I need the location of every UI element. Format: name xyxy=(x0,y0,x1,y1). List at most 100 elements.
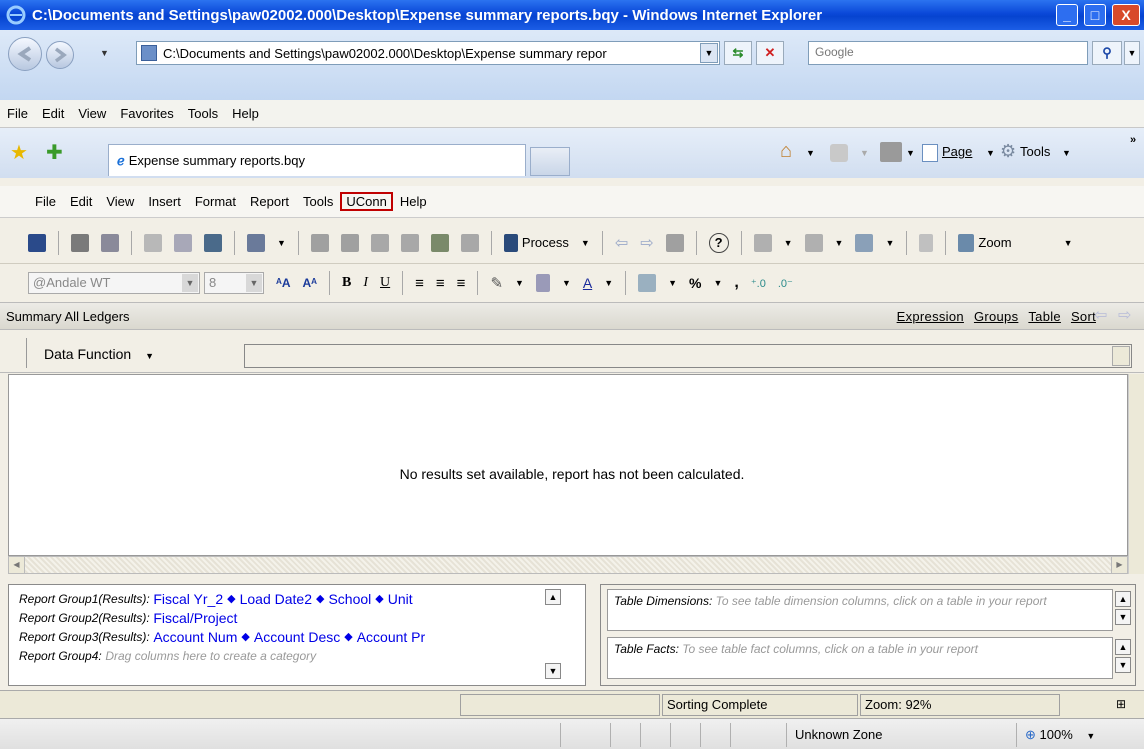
help-icon[interactable]: ? xyxy=(708,232,729,253)
tools-menu[interactable]: Tools xyxy=(1020,144,1050,159)
align-right-icon[interactable]: ≡ xyxy=(457,275,466,292)
fill-color-dropdown-icon[interactable]: ▼ xyxy=(562,278,571,288)
percent-dropdown-icon[interactable]: ▼ xyxy=(714,278,723,288)
zoom-dropdown-icon[interactable]: ▼ xyxy=(1064,238,1073,248)
print-icon[interactable] xyxy=(880,142,902,162)
currency-dropdown-icon[interactable]: ▼ xyxy=(668,278,677,288)
expression-scroll[interactable] xyxy=(1112,346,1130,366)
history-dropdown-icon[interactable]: ▼ xyxy=(100,48,109,58)
report-group-1[interactable]: Report Group1(Results): Fiscal Yr_2 ◆ Loa… xyxy=(9,589,585,608)
currency-icon[interactable] xyxy=(638,274,657,292)
favorites-star-icon[interactable]: ★ xyxy=(10,140,28,165)
decrease-font-icon[interactable]: Aᴬ xyxy=(303,276,318,290)
page-dropdown-icon[interactable]: ▼ xyxy=(986,148,995,158)
insert-object-icon[interactable] xyxy=(247,233,265,252)
app-menu-file[interactable]: File xyxy=(28,194,63,209)
print-preview-icon[interactable] xyxy=(101,233,119,252)
expression-link[interactable]: Expression xyxy=(897,309,964,324)
arrange-dropdown-icon[interactable]: ▼ xyxy=(885,238,894,248)
search-options-icon[interactable]: ▼ xyxy=(1124,41,1140,65)
pin-icon[interactable] xyxy=(174,233,192,252)
app-menu-report[interactable]: Report xyxy=(243,194,296,209)
groups-link[interactable]: Groups xyxy=(974,309,1018,324)
report-group-2[interactable]: Report Group2(Results): Fiscal/Project xyxy=(9,608,585,627)
app-menu-tools[interactable]: Tools xyxy=(296,194,340,209)
grid-icon[interactable] xyxy=(665,233,684,252)
underline-button[interactable]: U xyxy=(380,275,390,291)
print-dropdown-icon[interactable]: ▼ xyxy=(906,148,915,158)
dimensions-scroll-up-icon[interactable]: ▲ xyxy=(1115,591,1131,607)
align-icon[interactable] xyxy=(804,233,823,252)
feeds-icon[interactable] xyxy=(830,144,848,162)
layout-icon[interactable] xyxy=(753,233,772,252)
chevron-more-icon[interactable]: » xyxy=(1130,134,1136,146)
ie-menu-favorites[interactable]: Favorites xyxy=(113,106,180,121)
scroll-right-icon[interactable]: ▶ xyxy=(1111,557,1127,573)
facts-scroll-down-icon[interactable]: ▼ xyxy=(1115,657,1131,673)
dimensions-scroll-down-icon[interactable]: ▼ xyxy=(1115,609,1131,625)
back-nav-icon[interactable]: ⇦ xyxy=(615,233,628,253)
forward-nav-icon[interactable]: ⇨ xyxy=(640,233,653,253)
app-menu-insert[interactable]: Insert xyxy=(141,194,188,209)
font-size-select[interactable]: 8 ▼ xyxy=(204,272,264,294)
address-field[interactable]: C:\Documents and Settings\paw02002.000\D… xyxy=(136,41,720,65)
line-color-icon[interactable]: ✎ xyxy=(490,274,503,292)
app-menu-edit[interactable]: Edit xyxy=(63,194,99,209)
data-function-button[interactable]: Data Function ▼ xyxy=(44,346,154,362)
tools-dropdown-icon[interactable]: ▼ xyxy=(1062,148,1071,158)
expression-input[interactable] xyxy=(244,344,1132,368)
font-color-icon[interactable]: A xyxy=(583,275,592,291)
drill-icon[interactable] xyxy=(310,233,329,252)
cut-icon[interactable] xyxy=(144,233,162,252)
minimize-button[interactable]: _ xyxy=(1056,4,1078,26)
address-dropdown-icon[interactable]: ▼ xyxy=(700,43,718,63)
maximize-button[interactable]: □ xyxy=(1084,4,1106,26)
app-menu-uconn[interactable]: UConn xyxy=(340,192,393,211)
layout-dropdown-icon[interactable]: ▼ xyxy=(784,238,793,248)
app-menu-help[interactable]: Help xyxy=(393,194,434,209)
font-select[interactable]: @Andale WT ▼ xyxy=(28,272,200,294)
font-color-dropdown-icon[interactable]: ▼ xyxy=(604,278,613,288)
search-input[interactable]: Google xyxy=(808,41,1088,65)
ie-menu-view[interactable]: View xyxy=(71,106,113,121)
forward-button[interactable] xyxy=(46,41,74,69)
home-dropdown-icon[interactable]: ▼ xyxy=(806,148,815,158)
ruler-icon[interactable] xyxy=(919,233,934,252)
export-icon[interactable] xyxy=(204,233,222,252)
process-button[interactable]: Process ▼ xyxy=(503,233,590,252)
add-favorite-icon[interactable]: ✚ xyxy=(46,140,63,165)
feeds-dropdown-icon[interactable]: ▼ xyxy=(860,148,869,158)
tab-expense-summary[interactable]: ℯ Expense summary reports.bqy xyxy=(108,144,526,176)
ie-menu-edit[interactable]: Edit xyxy=(35,106,71,121)
ie-menu-file[interactable]: File xyxy=(0,106,35,121)
page-zoom[interactable]: ⊕ 100% ▼ xyxy=(1016,723,1144,747)
print-report-icon[interactable] xyxy=(71,233,89,252)
results-horizontal-scrollbar[interactable]: ◀ ▶ xyxy=(8,556,1128,574)
insert-dropdown-icon[interactable]: ▼ xyxy=(277,238,286,248)
app-menu-format[interactable]: Format xyxy=(188,194,243,209)
home-icon[interactable]: ⌂ xyxy=(780,140,792,163)
increase-font-icon[interactable]: ᴬA xyxy=(276,276,291,290)
resize-grip-icon[interactable]: ⊞ xyxy=(1116,697,1126,711)
back-button[interactable] xyxy=(8,37,42,71)
new-tab-button[interactable] xyxy=(530,147,570,176)
stop-button[interactable]: ✕ xyxy=(756,41,784,65)
report-group-3[interactable]: Report Group3(Results): Account Num ◆ Acc… xyxy=(9,627,585,646)
scroll-left-icon[interactable]: ◀ xyxy=(9,557,25,573)
filter-icon[interactable] xyxy=(340,233,359,252)
fill-color-icon[interactable] xyxy=(535,274,550,292)
arrange-icon[interactable] xyxy=(855,233,874,252)
bold-button[interactable]: B xyxy=(342,275,351,291)
section-forward-icon[interactable]: ⇨ xyxy=(1118,305,1131,325)
align-center-icon[interactable]: ≡ xyxy=(436,275,445,292)
table-dimensions-box[interactable]: Table Dimensions: To see table dimension… xyxy=(607,589,1113,631)
section-back-icon[interactable]: ⇦ xyxy=(1094,305,1107,325)
app-menu-view[interactable]: View xyxy=(99,194,141,209)
increase-decimal-icon[interactable]: ⁺.0 xyxy=(751,277,766,290)
line-color-dropdown-icon[interactable]: ▼ xyxy=(515,278,524,288)
sort-descending-icon[interactable] xyxy=(400,233,419,252)
compute-icon[interactable] xyxy=(430,233,449,252)
search-button[interactable]: ⚲ xyxy=(1092,41,1122,65)
close-button[interactable]: X xyxy=(1112,4,1140,26)
italic-button[interactable]: I xyxy=(363,275,368,291)
